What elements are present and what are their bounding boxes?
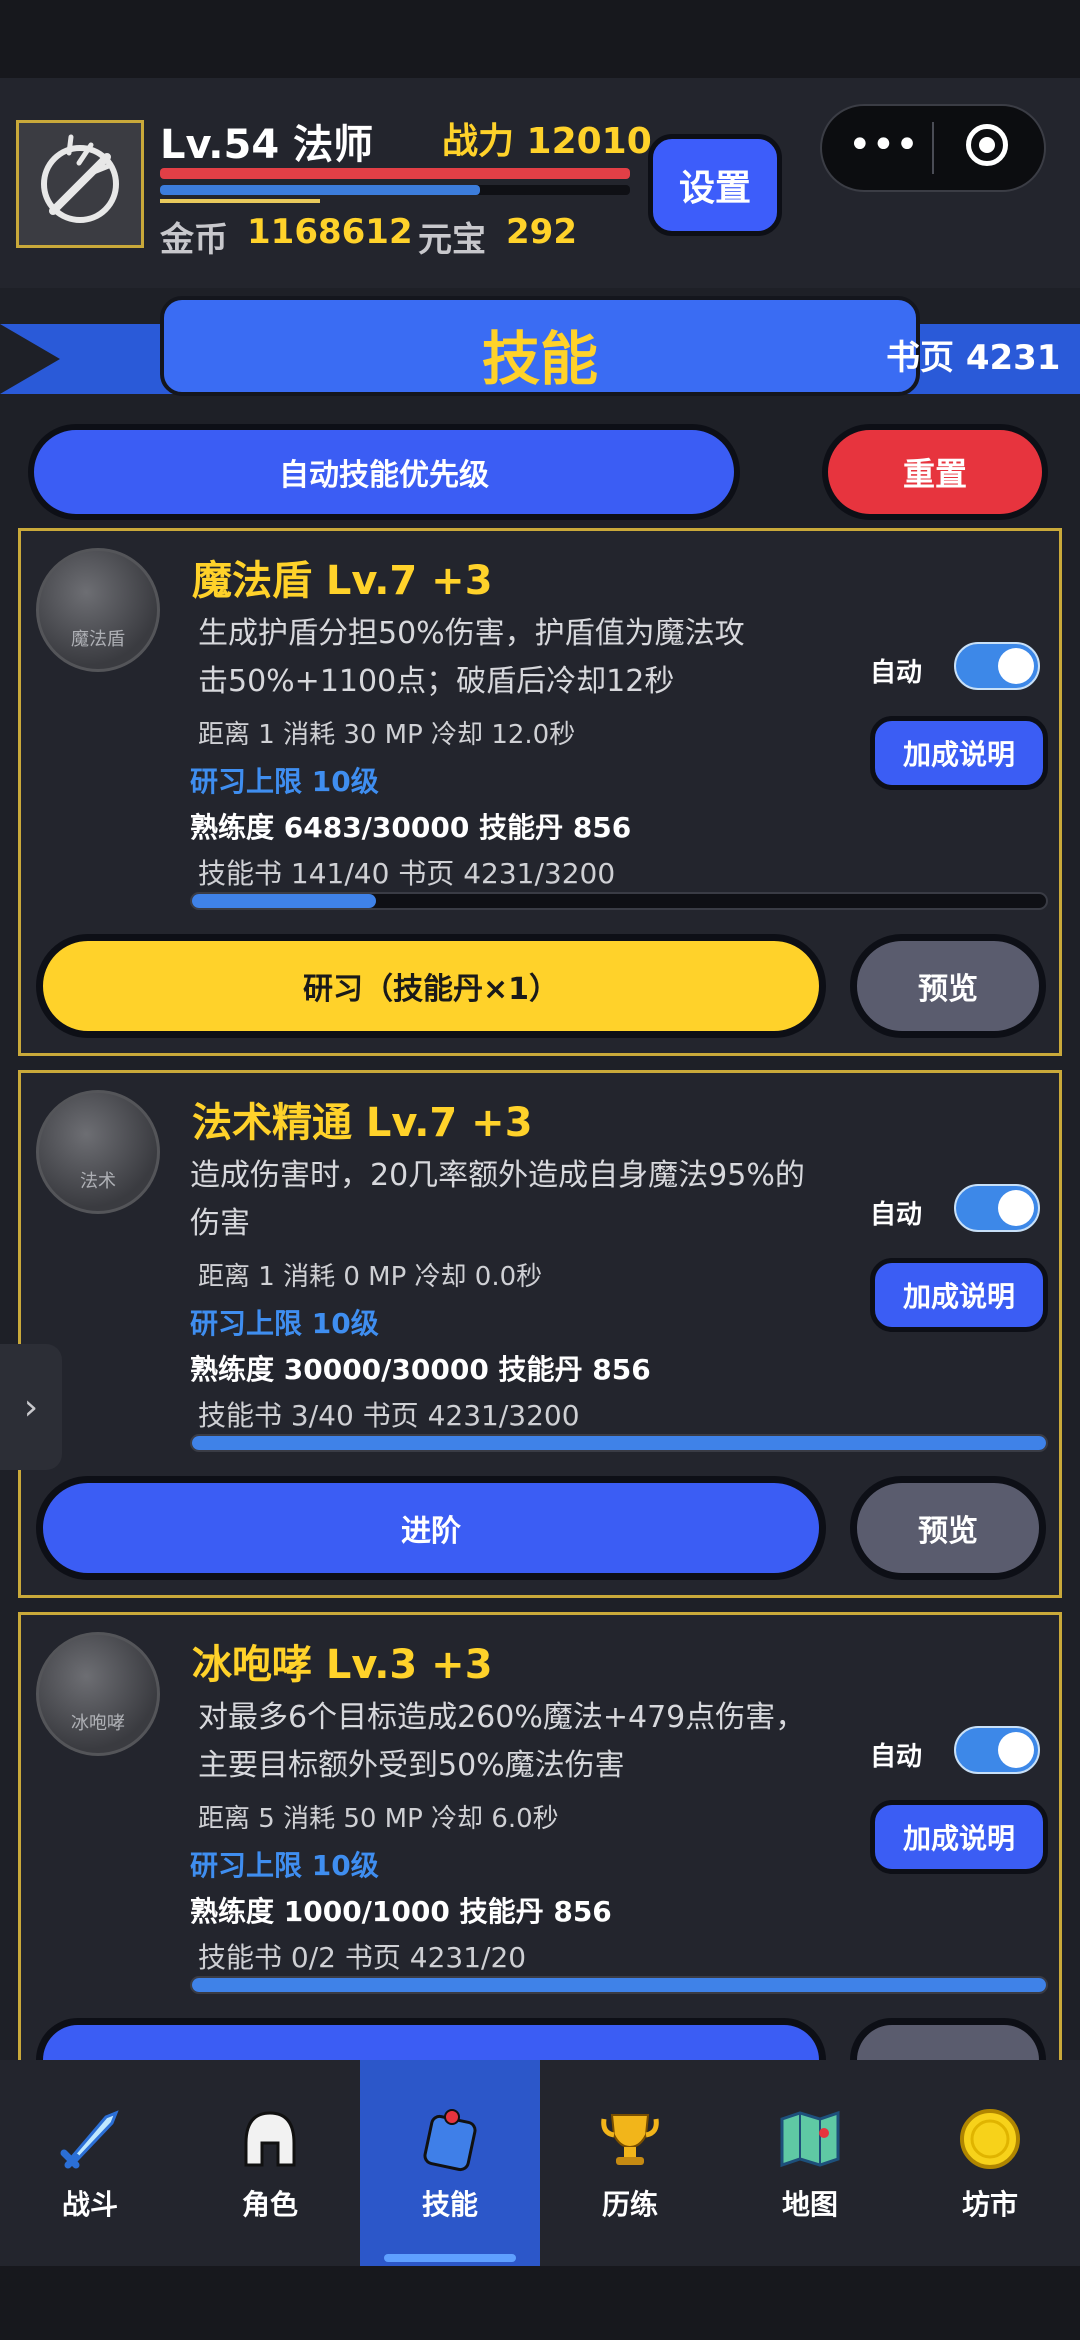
skill-progress-track — [190, 1976, 1048, 1994]
nav-label: 战斗 — [61, 2188, 118, 2221]
status-bar — [0, 0, 1080, 78]
skill-progress-track — [190, 892, 1048, 910]
skill-name: 法术精通 Lv.7 +3 — [192, 1100, 533, 1146]
skill-name: 魔法盾 Lv.7 +3 — [192, 558, 493, 604]
nav-item-market[interactable]: 坊市 — [900, 2060, 1080, 2266]
skill-description: 生成护盾分担50%伤害，护盾值为魔法攻 击50%+1100点；破盾后冷却12秒 — [198, 616, 745, 699]
proficiency: 熟练度 6483/30000 技能丹 856 — [190, 811, 632, 844]
mage-avatar[interactable] — [16, 120, 144, 248]
skill-books: 技能书 141/40 书页 4231/3200 — [198, 857, 616, 890]
skill-books: 技能书 3/40 书页 4231/3200 — [198, 1399, 580, 1432]
skill-stats: 距离 1 消耗 30 MP 冷却 12.0秒 — [198, 720, 576, 750]
proficiency: 熟练度 30000/30000 技能丹 856 — [190, 1353, 651, 1386]
auto-label: 自动 — [870, 658, 923, 688]
preview-button-partial[interactable] — [850, 2018, 1046, 2060]
skill-description: 对最多6个目标造成260%魔法+479点伤害， 主要目标额外受到50%魔法伤害 — [198, 1700, 806, 1783]
skill-progress-fill — [192, 1436, 1046, 1450]
gold-label: 金币 — [160, 220, 228, 260]
system-home-bar — [0, 2266, 1080, 2340]
proficiency: 熟练度 1000/1000 技能丹 856 — [190, 1895, 612, 1928]
player-level: Lv.54 法师 — [160, 122, 374, 168]
study-limit: 研习上限 10级 — [190, 765, 379, 798]
gold-value: 1168612 — [247, 212, 413, 252]
nav-label: 角色 — [241, 2188, 298, 2221]
coin-icon — [954, 2103, 1026, 2175]
page-title: 技能 — [481, 325, 598, 393]
nav-label: 历练 — [601, 2188, 658, 2221]
study-limit: 研习上限 10级 — [190, 1849, 379, 1882]
nav-item-character[interactable]: 角色 — [180, 2060, 360, 2266]
auto-toggle[interactable] — [954, 1184, 1040, 1232]
mage-emblem-icon — [41, 134, 119, 223]
advance-button[interactable]: 进阶 — [36, 1476, 826, 1580]
study-button[interactable]: 研习（技能丹×1） — [36, 934, 826, 1038]
skill-book-icon — [414, 2103, 486, 2175]
combat-power: 战力 12010 — [442, 121, 652, 162]
more-icon[interactable]: ••• — [848, 125, 919, 165]
hp-bar — [160, 168, 630, 179]
skill-progress-fill — [192, 1978, 1046, 1992]
yuanbao-label: 元宝 — [418, 220, 486, 260]
nav-label: 地图 — [781, 2188, 838, 2221]
xp-bar — [160, 199, 320, 203]
mp-bar — [160, 185, 480, 195]
auto-label: 自动 — [870, 1742, 923, 1772]
magic-shield-icon: 魔法盾 — [36, 548, 160, 672]
study-limit: 研习上限 10级 — [190, 1307, 379, 1340]
skill-stats: 距离 5 消耗 50 MP 冷却 6.0秒 — [198, 1804, 559, 1834]
nav-item-battle[interactable]: 战斗 — [0, 2060, 180, 2266]
skill-name: 冰咆哮 Lv.3 +3 — [192, 1642, 493, 1688]
ice-roar-icon: 冰咆哮 — [36, 1632, 160, 1756]
preview-button[interactable]: 预览 — [850, 934, 1046, 1038]
skill-stats: 距离 1 消耗 0 MP 冷却 0.0秒 — [198, 1262, 543, 1292]
auto-skill-priority-button[interactable]: 自动技能优先级 — [28, 424, 740, 520]
preview-button[interactable]: 预览 — [850, 1476, 1046, 1580]
toggle-knob — [998, 648, 1034, 684]
helmet-icon — [234, 2103, 306, 2175]
bonus-info-button[interactable]: 加成说明 — [870, 1800, 1048, 1874]
nav-item-skills[interactable]: 技能 — [360, 2060, 540, 2266]
reset-button[interactable]: 重置 — [822, 424, 1048, 520]
capsule-divider — [932, 122, 934, 174]
auto-toggle[interactable] — [954, 1726, 1040, 1774]
advance-button-partial[interactable] — [36, 2018, 826, 2060]
auto-label: 自动 — [870, 1200, 923, 1230]
spell-mastery-icon: 法术 — [36, 1090, 160, 1214]
skill-description: 造成伤害时，20几率额外造成自身魔法95%的 伤害 — [190, 1158, 805, 1241]
trophy-icon — [594, 2103, 666, 2175]
nav-label: 技能 — [421, 2188, 478, 2221]
yuanbao-value: 292 — [506, 212, 577, 252]
toggle-knob — [998, 1190, 1034, 1226]
book-pages-count: 书页 4231 — [886, 338, 1061, 378]
settings-button[interactable]: 设置 — [648, 134, 782, 236]
skill-books: 技能书 0/2 书页 4231/20 — [198, 1941, 527, 1974]
nav-label: 坊市 — [961, 2188, 1018, 2221]
nav-item-map[interactable]: 地图 — [720, 2060, 900, 2266]
bonus-info-button[interactable]: 加成说明 — [870, 716, 1048, 790]
sword-icon — [54, 2103, 126, 2175]
toggle-knob — [998, 1732, 1034, 1768]
active-tab-indicator — [384, 2254, 516, 2262]
skill-progress-track — [190, 1434, 1048, 1452]
nav-item-training[interactable]: 历练 — [540, 2060, 720, 2266]
map-icon — [774, 2103, 846, 2175]
auto-toggle[interactable] — [954, 642, 1040, 690]
close-target-dot — [979, 137, 995, 153]
bonus-info-button[interactable]: 加成说明 — [870, 1258, 1048, 1332]
side-expand-arrow[interactable]: › — [0, 1344, 62, 1470]
skill-progress-fill — [192, 894, 376, 908]
